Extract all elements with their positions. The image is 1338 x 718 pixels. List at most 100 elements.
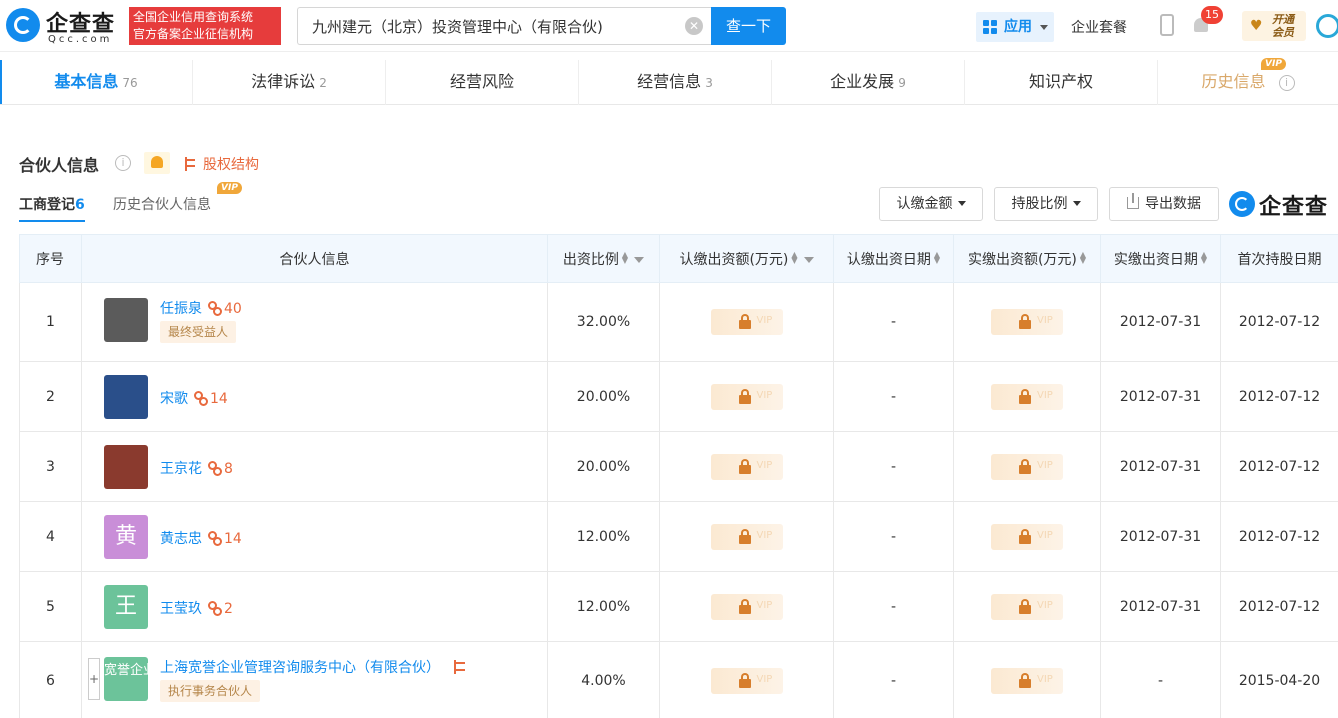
related-count[interactable]: 14 — [194, 391, 228, 407]
lock-icon[interactable]: VIP — [991, 523, 1063, 550]
first-hold-date-cell: 2012-07-12 — [1220, 282, 1338, 362]
qcc-logo-icon — [1229, 191, 1255, 217]
equity-structure-link[interactable]: 股权结构 — [185, 154, 259, 174]
subscribed-amount-dropdown[interactable]: 认缴金额 — [879, 187, 983, 221]
subscribed-amount-cell[interactable]: VIP — [659, 501, 834, 572]
avatar[interactable] — [104, 298, 148, 342]
avatar[interactable] — [104, 445, 148, 489]
related-count[interactable]: 40 — [208, 301, 242, 317]
related-count[interactable]: 2 — [208, 601, 233, 617]
app-menu-button[interactable]: 应用 — [976, 12, 1054, 42]
related-count[interactable]: 8 — [208, 461, 233, 477]
lock-icon[interactable]: VIP — [710, 383, 783, 410]
tab-operation[interactable]: 经营信息 3 — [579, 60, 772, 105]
logo-domain: Qcc.com — [48, 34, 113, 45]
paid-amount-cell[interactable]: VIP — [953, 501, 1101, 572]
search-button[interactable]: 查一下 — [711, 7, 786, 45]
partner-name-link[interactable]: 任振泉 40 — [160, 298, 242, 318]
share-ratio-dropdown[interactable]: 持股比例 — [994, 187, 1098, 221]
paid-amount-cell[interactable]: VIP — [953, 571, 1101, 642]
partner-tag[interactable]: 最终受益人 — [160, 321, 237, 343]
slogan-badge: 全国企业信用查询系统 官方备案企业征信机构 — [129, 7, 281, 45]
subtab-registered[interactable]: 工商登记6 — [19, 194, 85, 222]
row-no: 2 — [19, 361, 82, 432]
lock-icon[interactable]: VIP — [991, 668, 1063, 694]
subscribed-amount-cell[interactable]: VIP — [659, 361, 834, 432]
col-ratio[interactable]: 出资比例 ▲ ▼ — [547, 234, 660, 283]
avatar[interactable] — [104, 375, 148, 419]
partner-cell: 王京花 8 — [81, 431, 548, 502]
lock-icon[interactable]: VIP — [991, 383, 1063, 410]
subscribed-date-cell: - — [833, 282, 954, 362]
tab-risk[interactable]: 经营风险 — [386, 60, 579, 105]
tab-count: 2 — [319, 76, 327, 90]
tab-development[interactable]: 企业发展 9 — [772, 60, 965, 105]
paid-amount-cell[interactable]: VIP — [953, 641, 1101, 718]
partner-name-link[interactable]: 黄志忠 14 — [160, 528, 242, 548]
tab-legal[interactable]: 法律诉讼 2 — [193, 60, 386, 105]
tab-ip[interactable]: 知识产权 — [965, 60, 1158, 105]
col-paid-date[interactable]: 实缴出资日期 ▲ ▼ — [1100, 234, 1221, 283]
vip-heart-icon: ♥ — [1250, 18, 1263, 34]
search-input[interactable] — [298, 8, 668, 44]
subscribed-amount-cell[interactable]: VIP — [659, 641, 834, 718]
col-subscribed-date[interactable]: 认缴出资日期 ▲ ▼ — [833, 234, 954, 283]
lock-icon[interactable]: VIP — [710, 668, 783, 694]
partner-name-link[interactable]: 王京花 8 — [160, 458, 233, 478]
subscribed-amount-cell[interactable]: VIP — [659, 571, 834, 642]
vip-line-2: 会员 — [1272, 26, 1294, 39]
lock-icon[interactable]: VIP — [991, 593, 1063, 620]
monitor-bell-button[interactable] — [144, 152, 170, 174]
avatar[interactable]: 宽誉企业 — [104, 657, 156, 701]
partner-cell: 宋歌 14 — [81, 361, 548, 432]
enterprise-package-link[interactable]: 企业套餐 — [1071, 17, 1127, 37]
tab-label: 经营信息 — [637, 72, 702, 91]
partner-tag[interactable]: 执行事务合伙人 — [160, 680, 261, 702]
export-data-button[interactable]: 导出数据 — [1109, 187, 1219, 221]
open-vip-button[interactable]: ♥ 开通 会员 — [1242, 11, 1306, 41]
partner-logo-icon[interactable] — [1316, 14, 1338, 38]
tab-basic-info[interactable]: 基本信息 76 — [0, 60, 193, 105]
partners-table: 序号 合伙人信息 出资比例 ▲ ▼ 认缴出资额(万元) ▲ ▼ 认缴出资日期 ▲ ▼ 实缴出… — [19, 234, 1338, 718]
sort-icon: ▲ ▼ — [791, 249, 798, 265]
first-hold-date-cell: 2012-07-12 — [1220, 361, 1338, 432]
first-hold-date-cell: 2012-07-12 — [1220, 571, 1338, 642]
chevron-down-icon — [957, 201, 966, 206]
lock-icon[interactable]: VIP — [710, 309, 783, 335]
avatar[interactable]: 黄 — [104, 515, 148, 559]
lock-icon[interactable]: VIP — [710, 523, 783, 550]
expand-button[interactable]: + — [88, 658, 100, 700]
equity-tree-icon — [185, 157, 199, 171]
tab-history[interactable]: 历史信息 VIP i — [1158, 58, 1338, 105]
col-subscribed-amount[interactable]: 认缴出资额(万元) ▲ ▼ — [659, 234, 834, 283]
partner-name-link[interactable]: 上海宽誉企业管理咨询服务中心（有限合伙） — [160, 657, 468, 677]
avatar[interactable]: 王 — [104, 585, 148, 629]
qcc-logo[interactable]: 企查查 Qcc.com — [6, 6, 126, 46]
subscribed-amount-cell[interactable]: VIP — [659, 431, 834, 502]
search-box: ✕ — [297, 7, 711, 45]
lock-icon[interactable]: VIP — [991, 453, 1063, 480]
col-paid-amount[interactable]: 实缴出资额(万元) ▲ ▼ — [953, 234, 1101, 283]
paid-amount-cell[interactable]: VIP — [953, 361, 1101, 432]
paid-date-cell: 2012-07-31 — [1100, 501, 1221, 572]
tab-label: 知识产权 — [1028, 72, 1093, 91]
info-icon[interactable]: i — [115, 155, 131, 171]
lock-icon[interactable]: VIP — [710, 453, 783, 480]
subtab-history-partners[interactable]: 历史合伙人信息 VIP — [113, 182, 242, 214]
partner-name-link[interactable]: 宋歌 14 — [160, 388, 228, 408]
partner-name-link[interactable]: 王莹玖 2 — [160, 598, 233, 618]
table-row: 1 任振泉 40 最终受益人 32.00% VIP - VIP 2012-07-31 2012-0… — [19, 282, 1338, 362]
info-icon[interactable]: i — [1278, 74, 1295, 91]
subscribed-amount-cell[interactable]: VIP — [659, 282, 834, 362]
paid-amount-cell[interactable]: VIP — [953, 431, 1101, 502]
row-no: 4 — [19, 501, 82, 572]
lock-icon[interactable]: VIP — [991, 309, 1063, 335]
paid-amount-cell[interactable]: VIP — [953, 282, 1101, 362]
phone-icon[interactable] — [1160, 14, 1174, 36]
equity-tree-icon[interactable] — [454, 660, 468, 674]
app-grid-icon — [983, 20, 997, 34]
lock-icon[interactable]: VIP — [710, 593, 783, 620]
table-row: 3 王京花 8 20.00% VIP - VIP 2012-07-31 2012-07-12 — [19, 431, 1338, 502]
related-count[interactable]: 14 — [208, 531, 242, 547]
search-clear-icon[interactable]: ✕ — [685, 17, 703, 35]
